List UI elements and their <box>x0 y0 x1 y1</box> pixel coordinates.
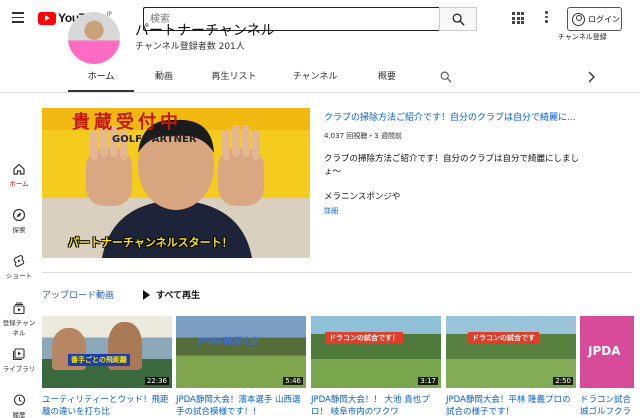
video-title[interactable]: JPDA静岡大会！濱本選手 山西選手の試合模様です！！ <box>176 394 308 418</box>
nav-label: ホーム <box>9 180 29 188</box>
video-thumbnail[interactable]: JPDA <box>580 316 634 388</box>
tab-divider <box>0 92 640 93</box>
nav-label: ショート <box>6 272 32 280</box>
nav-label: ライブラリ <box>2 365 36 373</box>
channel-title: パートナーチャンネル <box>135 23 275 39</box>
play-icon <box>143 289 150 300</box>
featured-video-thumbnail[interactable]: 貴蔵受付中 GOLF PARTNER パートナーチャンネルスタート！ <box>42 108 310 258</box>
nav-home[interactable]: ホーム <box>0 162 38 188</box>
video-duration: 22:36 <box>144 377 169 385</box>
tab-home[interactable]: ホーム <box>68 66 134 92</box>
shorts-icon <box>13 254 25 268</box>
channel-tabs: ホーム 動画 再生リスト チャンネル 概要 <box>68 66 608 92</box>
channel-subscribe-label[interactable]: チャンネル登録 <box>558 32 607 42</box>
channel-avatar[interactable] <box>68 12 120 64</box>
uploads-shelf-title[interactable]: アップロード動画 <box>42 288 114 301</box>
nav-subscriptions[interactable]: 登録チャンネル <box>0 301 38 337</box>
menu-icon[interactable] <box>12 12 24 23</box>
youtube-play-icon <box>38 11 56 25</box>
search-icon <box>452 13 465 26</box>
video-thumbnail[interactable]: 番手ごとの飛距離 22:36 <box>42 316 172 388</box>
search-button[interactable] <box>439 7 477 31</box>
apps-icon[interactable] <box>512 12 524 24</box>
play-all-label: すべて再生 <box>156 291 201 301</box>
video-thumbnail[interactable]: ドラコンの試合です 2:50 <box>446 316 576 388</box>
thumbnail-overlay-text: 番手ごとの飛距離 <box>68 354 130 366</box>
nav-library[interactable]: ライブラリ <box>0 347 38 373</box>
thumbnail-caption: パートナーチャンネルスタート！ <box>68 236 233 249</box>
thumbnail-overlay-text: ドラコンの試合です <box>468 332 539 344</box>
tab-channels[interactable]: チャンネル <box>274 66 356 92</box>
thumbnail-banner-sub: GOLF PARTNER <box>112 134 197 145</box>
subscriptions-icon <box>13 302 25 315</box>
thumbnail-overlay-text: ドラコンの試合です！ <box>325 332 403 344</box>
nav-label: 登録チャンネル <box>2 319 36 337</box>
home-icon <box>13 163 25 175</box>
tab-about[interactable]: 概要 <box>356 66 418 92</box>
thumbnail-banner-text: 貴蔵受付中 <box>72 112 182 133</box>
video-title[interactable]: ドラコン試合城ゴルフクラ <box>580 394 636 418</box>
video-title[interactable]: ユーティリティーとウッド！飛距離の違いを打ち比 <box>42 394 174 418</box>
more-vert-icon[interactable] <box>545 11 549 25</box>
chevron-right-icon[interactable] <box>586 71 596 83</box>
video-title[interactable]: JPDA静岡大会！！ 大池 貴也プロ！ 岐阜市内のワクワ <box>311 394 443 418</box>
compass-icon <box>12 208 26 222</box>
video-duration: 5:46 <box>283 377 303 385</box>
login-label: ログイン <box>588 14 620 24</box>
video-duration: 3:17 <box>418 377 438 385</box>
nav-label: 履歴 <box>12 411 26 418</box>
featured-read-more-link[interactable]: 詳細 <box>324 206 338 216</box>
account-icon <box>572 12 585 26</box>
subscriber-count: チャンネル登録者数 201人 <box>135 42 245 52</box>
nav-shorts[interactable]: ショート <box>0 254 38 280</box>
tab-videos[interactable]: 動画 <box>134 66 194 92</box>
video-thumbnail[interactable]: ドラコンの試合です！ 3:17 <box>311 316 441 388</box>
nav-label: 探索 <box>12 226 26 234</box>
video-thumbnail[interactable]: JPDA静岡大会 5:46 <box>176 316 306 388</box>
tab-playlists[interactable]: 再生リスト <box>194 66 274 92</box>
history-icon <box>13 394 26 406</box>
nav-history[interactable]: 履歴 <box>0 393 38 418</box>
library-icon <box>12 348 25 361</box>
thumbnail-overlay-text: JPDA静岡大会 <box>198 337 259 347</box>
featured-video-meta: 4,037 回視聴・3 週間前 <box>324 132 402 140</box>
login-button[interactable]: ログイン <box>567 7 622 31</box>
featured-video-description-2: メラニンスポンジや <box>324 192 401 202</box>
section-divider <box>42 272 632 273</box>
featured-video-title[interactable]: クラブの掃除方法ご紹介です！自分のクラブは自分で綺麗に... <box>324 110 594 123</box>
play-all-button[interactable]: すべて再生 <box>143 288 200 301</box>
thumbnail-overlay-text: JPDA <box>588 344 621 358</box>
featured-video-description: クラブの掃除方法ご紹介です！自分のクラブは自分で綺麗にしましょ〜 <box>324 154 580 177</box>
video-title[interactable]: JPDA静岡大会！平林 隆義プロの試合の様子です！ <box>446 394 578 418</box>
nav-explore[interactable]: 探索 <box>0 208 38 234</box>
video-duration: 2:50 <box>553 377 573 385</box>
channel-search-icon[interactable] <box>440 71 452 83</box>
